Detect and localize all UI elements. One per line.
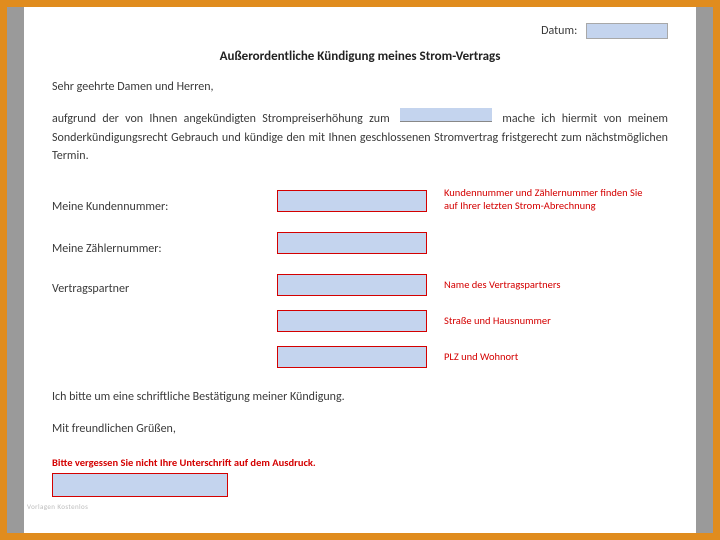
- hint-partner-name: Name des Vertragspartners: [444, 278, 644, 292]
- body-paragraph: aufgrund der von Ihnen angekündigten Str…: [52, 108, 668, 166]
- partner-name-field[interactable]: [277, 274, 427, 296]
- page-shadow-left: [7, 7, 24, 533]
- label-meter-number: Meine Zählernummer:: [52, 242, 162, 256]
- confirmation-line: Ich bitte um eine schriftliche Bestätigu…: [52, 390, 668, 404]
- partner-city-field[interactable]: [277, 346, 427, 368]
- label-customer-number: Meine Kundennummer:: [52, 200, 168, 214]
- document-content: Datum: Außerordentliche Kündigung meines…: [24, 7, 696, 533]
- partner-street-field[interactable]: [277, 310, 427, 332]
- document-frame: Datum: Außerordentliche Kündigung meines…: [0, 0, 720, 540]
- hint-street: Straße und Hausnummer: [444, 314, 644, 328]
- page-shadow-right: [696, 7, 713, 533]
- date-row: Datum:: [52, 23, 668, 39]
- label-contract-partner: Vertragspartner: [52, 282, 129, 296]
- watermark: Vorlagen Kostenlos: [27, 502, 88, 511]
- signature-field[interactable]: [52, 473, 228, 497]
- page-title: Außerordentliche Kündigung meines Strom-…: [52, 49, 668, 64]
- hint-city: PLZ und Wohnort: [444, 350, 644, 364]
- fields-block: Meine Kundennummer: Meine Zählernummer: …: [52, 184, 668, 384]
- closing-line: Mit freundlichen Grüßen,: [52, 422, 668, 436]
- customer-number-field[interactable]: [277, 190, 427, 212]
- salutation: Sehr geehrte Damen und Herren,: [52, 80, 668, 94]
- date-field[interactable]: [586, 23, 668, 39]
- hint-numbers: Kundennummer und Zählernummer finden Sie…: [444, 186, 644, 213]
- price-increase-date-field[interactable]: [400, 108, 492, 122]
- date-label: Datum:: [541, 24, 577, 38]
- signature-hint: Bitte vergessen Sie nicht Ihre Unterschr…: [52, 456, 668, 470]
- body-before: aufgrund der von Ihnen angekündigten Str…: [52, 112, 390, 126]
- meter-number-field[interactable]: [277, 232, 427, 254]
